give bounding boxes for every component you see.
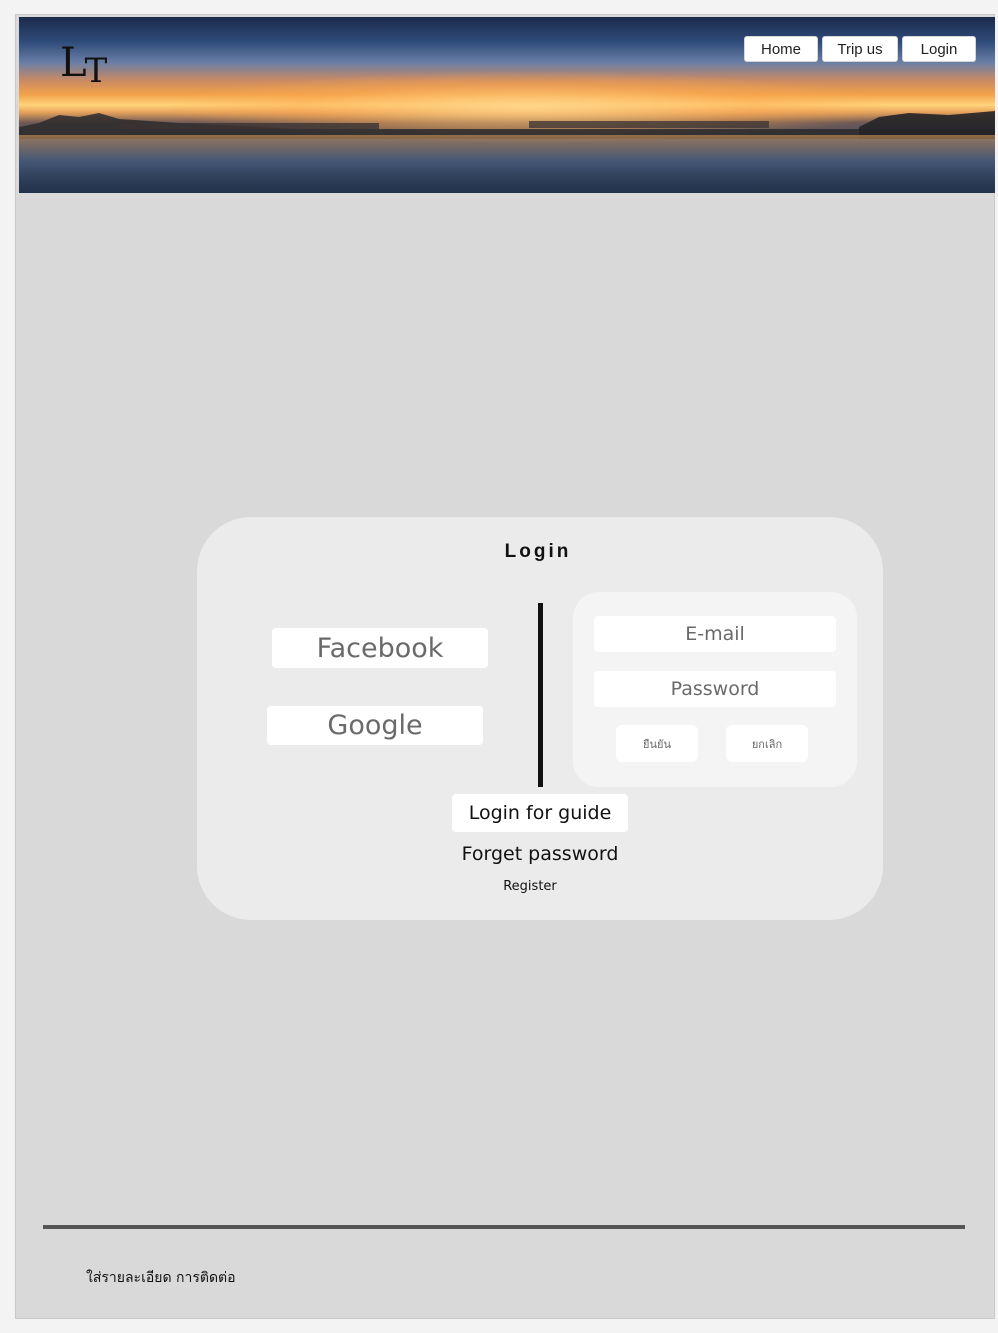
cancel-button[interactable]: ยกเลิก (726, 725, 808, 762)
facebook-login-button[interactable]: Facebook (272, 628, 488, 668)
password-input[interactable] (594, 671, 836, 707)
nav-login-button[interactable]: Login (902, 36, 976, 62)
nav-home-button[interactable]: Home (744, 36, 818, 62)
site-logo[interactable]: LT (60, 40, 107, 91)
forget-password-link[interactable]: Forget password (440, 843, 640, 865)
login-title: Login (504, 541, 572, 562)
login-for-guide-button[interactable]: Login for guide (452, 794, 628, 832)
email-input[interactable] (594, 616, 836, 652)
confirm-button[interactable]: ยืนยัน (616, 725, 698, 762)
footer-divider (43, 1225, 965, 1229)
register-link[interactable]: Register (470, 879, 590, 894)
lake-reflection (19, 135, 995, 193)
nav-trip-us-button[interactable]: Trip us (822, 36, 898, 62)
logo-letter-t: T (84, 51, 108, 91)
logo-letter-l: L (60, 40, 87, 86)
vertical-divider (538, 603, 543, 787)
google-login-button[interactable]: Google (267, 706, 483, 745)
footer-contact-text: ใส่รายละเอียด การติดต่อ (86, 1270, 236, 1286)
shoreline-silhouette (19, 111, 995, 139)
